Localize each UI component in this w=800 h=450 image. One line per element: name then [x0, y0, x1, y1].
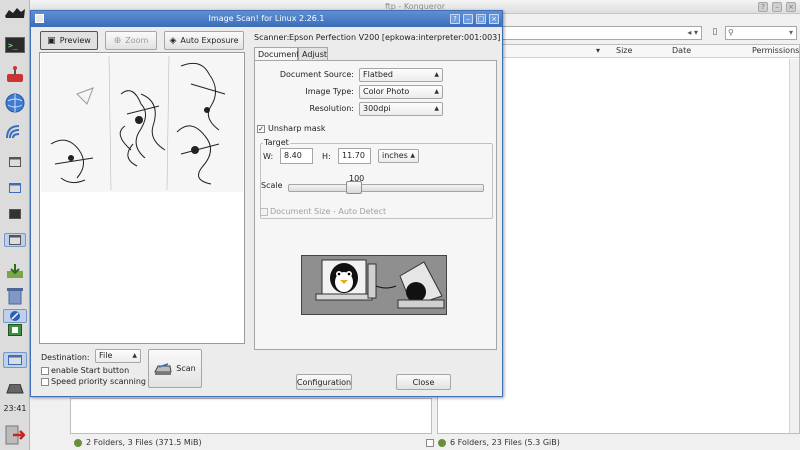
scanner-label: Scanner:	[254, 33, 290, 42]
minimize-icon[interactable]: –	[772, 2, 782, 12]
preview-image	[41, 54, 243, 192]
status-icon	[438, 439, 446, 447]
enable-start-label: enable Start button	[51, 366, 130, 375]
document-tab-panel: Document Source: Flatbed ▲ Image Type: Co…	[254, 60, 497, 350]
search-input[interactable]: ⚲ ▾	[725, 26, 797, 40]
close-icon[interactable]: ×	[489, 14, 499, 24]
app-menu-icon[interactable]	[3, 2, 27, 24]
preview-icon: ▣	[47, 35, 56, 46]
image-type-select[interactable]: Color Photo ▲	[359, 85, 443, 99]
speed-priority-label: Speed priority scanning	[51, 377, 147, 386]
auto-detect-label: Document Size - Auto Detect	[270, 207, 387, 216]
auto-exposure-icon: ◈	[169, 35, 177, 46]
width-input[interactable]: 8.40	[280, 148, 313, 164]
speed-priority-checkbox[interactable]	[41, 378, 49, 386]
sort-indicator-icon: ▾	[596, 46, 601, 55]
destination-select[interactable]: File ▲	[95, 349, 141, 363]
auto-exposure-button[interactable]: ◈ Auto Exposure	[164, 31, 244, 50]
chevron-updown-icon: ▲	[132, 352, 137, 359]
globe-icon[interactable]	[3, 92, 27, 114]
svg-text:>_: >_	[8, 41, 18, 50]
window-icon[interactable]	[4, 207, 26, 221]
preview-button[interactable]: ▣ Preview	[40, 31, 98, 50]
clear-location-icon[interactable]: ▯	[708, 26, 722, 40]
file-list-left	[70, 398, 432, 434]
column-date[interactable]: Date	[672, 45, 691, 57]
location-toolbar: ◂ ▾ ▯ ⚲ ▾	[500, 24, 800, 42]
scrollbar[interactable]	[789, 59, 799, 433]
scale-slider-track[interactable]	[288, 184, 484, 192]
scale-slider-handle[interactable]	[346, 181, 362, 194]
printer-icon[interactable]	[3, 376, 27, 398]
chevron-updown-icon: ▲	[410, 152, 415, 159]
preview-area[interactable]	[39, 52, 245, 344]
chevron-updown-icon: ▲	[434, 105, 439, 112]
window-menu-icon[interactable]	[35, 14, 44, 23]
chevron-down-icon[interactable]: ▾	[789, 27, 793, 39]
desktop-panel: >_ 23:41	[0, 0, 30, 450]
configuration-button[interactable]: Configuration	[296, 374, 352, 390]
document-source-select[interactable]: Flatbed ▲	[359, 68, 443, 82]
close-icon[interactable]: ×	[786, 2, 796, 12]
unsharp-mask-label: Unsharp mask	[268, 124, 326, 133]
joystick-icon[interactable]	[3, 64, 27, 86]
scale-label: Scale	[261, 181, 283, 190]
auto-detect-checkbox[interactable]	[260, 208, 268, 216]
resolution-label: Resolution:	[309, 104, 355, 113]
help-icon[interactable]: ?	[758, 2, 768, 12]
scan-dialog: Image Scan! for Linux 2.26.1 ? – □ × ▣ P…	[30, 10, 503, 397]
clock: 23:41	[3, 404, 27, 413]
terminal-icon[interactable]: >_	[3, 34, 27, 56]
help-icon[interactable]: ?	[450, 14, 460, 24]
checkbox-icon[interactable]	[426, 439, 434, 447]
height-label: H:	[322, 152, 331, 161]
status-left: 2 Folders, 3 Files (371.5 MiB)	[74, 437, 202, 449]
chevron-updown-icon: ▲	[434, 88, 439, 95]
zoom-icon: ⊕	[113, 35, 122, 46]
enable-start-checkbox[interactable]	[41, 367, 49, 375]
iscan-logo	[301, 255, 447, 315]
status-right: 6 Folders, 23 Files (5.3 GiB)	[426, 437, 560, 449]
wifi-icon[interactable]	[3, 120, 27, 142]
height-input[interactable]: 11.70	[338, 148, 371, 164]
window-icon[interactable]	[4, 155, 26, 169]
unit-select[interactable]: inches ▲	[378, 149, 419, 163]
location-input[interactable]: ◂ ▾	[500, 26, 702, 40]
zoom-button[interactable]: ⊕ Zoom	[105, 31, 157, 50]
width-label: W:	[263, 152, 274, 161]
resolution-select[interactable]: 300dpi ▲	[359, 102, 443, 116]
browser-icon[interactable]	[3, 309, 27, 323]
scanner-icon[interactable]	[3, 323, 27, 337]
close-button[interactable]: Close	[396, 374, 451, 390]
chevron-updown-icon: ▲	[434, 71, 439, 78]
window-icon[interactable]	[4, 233, 26, 247]
column-size[interactable]: Size	[616, 45, 632, 57]
maximize-icon[interactable]: □	[476, 14, 486, 24]
chevron-down-icon[interactable]: ◂ ▾	[687, 27, 698, 39]
image-type-label: Image Type:	[305, 87, 354, 96]
tab-adjust[interactable]: Adjust	[298, 47, 328, 61]
download-icon[interactable]	[3, 260, 27, 282]
logout-icon[interactable]	[3, 424, 27, 446]
document-source-label: Document Source:	[279, 70, 354, 79]
unsharp-mask-checkbox[interactable]: ✓	[257, 125, 265, 133]
column-permissions[interactable]: Permissions	[752, 45, 799, 57]
window-icon[interactable]	[4, 181, 26, 195]
minimize-icon[interactable]: –	[463, 14, 473, 24]
destination-label: Destination:	[41, 353, 90, 362]
status-icon	[74, 439, 82, 447]
trash-icon[interactable]	[3, 284, 27, 306]
scanner-icon	[154, 362, 172, 375]
scan-button[interactable]: Scan	[148, 349, 202, 388]
window-icon[interactable]	[3, 352, 27, 368]
target-label: Target	[263, 138, 290, 147]
scan-dialog-title: Image Scan! for Linux 2.26.1 ? – □ ×	[31, 11, 502, 27]
scanner-value: Epson Perfection V200 [epkowa:interprete…	[289, 33, 501, 42]
